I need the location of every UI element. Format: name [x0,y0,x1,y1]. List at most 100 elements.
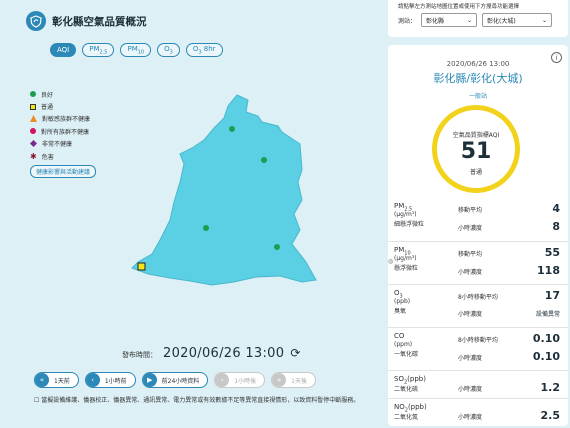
reading-value: 設備異常 [535,311,560,318]
right-panel: 請點擊左方測站地圖位置或使用下方搜尋功能選擇 測站： 彰化縣 ⌄ 彰化(大城) … [388,0,568,426]
chevron-right-icon: › [215,373,230,387]
button-label: 前24小時資料 [161,377,200,385]
tab-label-sub: 3 [198,49,202,56]
pollutant-cn-name: 細懸浮微粒 [394,221,425,228]
station-marker[interactable] [274,244,280,250]
tab-o3-8hr[interactable]: O3 8hr [185,43,223,57]
legend-item: 對所有族群不健康 [30,125,96,137]
reading-label: 移動平均 [458,207,483,214]
legend-label: 對敏感族群不健康 [42,116,91,124]
play-24h-button[interactable]: ▶ 前24小時資料 [141,372,209,388]
health-advice-link[interactable]: 健康影響與活動建議 [30,165,97,179]
reading-row: 8小時移動平均 17 [458,289,560,302]
reading-label: 小時濃度 [458,269,483,276]
pollutant-cn-name: 一氧化碳 [394,351,419,358]
maroon-star-icon: ✱ [30,151,37,161]
pollutant-co: CO (ppm) 一氧化碳 8小時移動平均 0.10 小時濃度 0.10 [388,327,568,370]
purple-diamond-icon [30,140,37,148]
play-icon: ▶ [142,373,157,387]
tab-aqi[interactable]: AQI [50,43,77,57]
double-chevron-right-icon: » [272,373,287,387]
station-marker[interactable] [203,225,209,231]
picker-row: 測站： 彰化縣 ⌄ 彰化(大城) ⌄ [398,13,553,27]
tab-pm25[interactable]: PM2.5 [82,43,115,57]
pollutant-cn-name: 懸浮微粒 [394,265,419,272]
pollutant-tabs: AQI PM2.5 PM10 O3 O3 8hr [50,43,223,57]
green-circle-icon [30,91,36,98]
legend-label: 非常不健康 [42,141,73,149]
pollutant-unit: (ppb) [407,375,426,383]
shield-logo-icon [26,11,46,31]
pollutant-pm25: PM2.5 (μg/m³) 細懸浮微粒 移動平均 4 小時濃度 8 [388,198,568,241]
station-select[interactable]: 彰化(大城) ⌄ [482,13,553,27]
refresh-icon[interactable]: ⟳ [290,346,300,360]
chevron-left-icon: ‹ [85,373,100,387]
reading-row: 小時濃度 2.5 [458,409,560,422]
reading-value: 1.2 [540,381,561,394]
county-shape [131,94,317,286]
pollutant-list: PM2.5 (μg/m³) 細懸浮微粒 移動平均 4 小時濃度 8 PM10 (… [388,198,568,428]
reading-row: 8小時移動平均 0.10 [458,332,560,345]
pollutant-no2: NO2(ppb) 二氧化氮 小時濃度 2.5 [388,398,568,428]
reading-label: 小時濃度 [458,386,483,393]
publish-value: 2020/06/26 13:00 [163,346,285,361]
pollutant-cn-name: 二氧化氮 [394,414,419,421]
tab-label: O3 8hr [192,44,216,56]
legend-item: ✱ 危害 [30,150,96,162]
tab-label: AQI [57,46,70,54]
reading-value: 17 [544,289,560,302]
orange-triangle-icon [30,115,37,123]
selected-station-marker[interactable] [137,262,146,271]
next-hour-button[interactable]: › 1小時後 [214,372,266,388]
button-label: 1天前 [54,377,70,385]
chevron-down-icon: ⌄ [466,16,473,24]
reading-row: 移動平均 55 [458,246,560,259]
reading-label: 小時濃度 [458,311,483,318]
legend-item: 非常不健康 [30,138,96,150]
aqi-status: 普通 [469,169,482,176]
aqi-label: 空氣品質指標AQI [452,132,500,139]
station-value: 彰化(大城) [487,17,516,25]
reading-value: 8 [552,220,560,233]
tab-label-sub: 10 [137,49,145,56]
pollutant-unit: (ppm) [394,341,413,348]
double-chevron-left-icon: « [35,373,49,387]
prev-day-button[interactable]: « 1天前 [34,372,79,388]
pollutant-symbol: CO [394,332,405,340]
tab-o3[interactable]: O3 [157,43,180,57]
reading-row: 移動平均 4 [458,202,560,215]
reading-row: 小時濃度 118 [458,264,560,277]
tab-pm10[interactable]: PM10 [120,43,152,57]
picker-label: 測站： [398,17,417,25]
legend-label: 對所有族群不健康 [41,128,90,136]
tab-label: PM10 [127,44,145,56]
target-icon: ◎ [388,258,394,265]
tab-label-sub: 2.5 [99,49,108,56]
left-panel: 彰化縣空氣品質概況 AQI PM2.5 PM10 O3 O3 8hr 良好 普通… [0,0,384,426]
reading-label: 8小時移動平均 [458,294,498,301]
aqi-value: 51 [460,139,492,164]
pollutant-so2: SO2(ppb) 二氧化硫 小時濃度 1.2 [388,370,568,398]
station-marker[interactable] [229,126,235,132]
prev-hour-button[interactable]: ‹ 1小時前 [84,372,136,388]
station-picker: 請點擊左方測站地圖位置或使用下方搜尋功能選擇 測站： 彰化縣 ⌄ 彰化(大城) … [388,0,568,37]
legend-item: 對敏感族群不健康 [30,113,96,125]
tab-label-sub: 3 [169,49,173,56]
reading-label: 小時濃度 [458,355,483,362]
changhua-map[interactable] [130,92,330,292]
aqi-gauge: 空氣品質指標AQI 51 普通 [432,105,520,193]
chevron-down-icon: ⌄ [541,16,548,24]
pollutant-unit: (ppb) [394,298,411,305]
reading-value: 0.10 [532,332,560,345]
page-title: 彰化縣空氣品質概況 [52,15,147,28]
station-name: 彰化縣/彰化(大城) [433,72,523,85]
reading-row: 小時濃度 0.10 [458,350,560,363]
station-marker[interactable] [261,157,267,163]
next-day-button[interactable]: » 1天後 [271,372,316,388]
legend-item: 良好 [30,88,96,100]
legend-label: 危害 [41,153,54,161]
button-label: 1小時前 [104,377,127,385]
red-circle-icon [30,128,36,135]
legend-item: 普通 [30,100,96,112]
county-select[interactable]: 彰化縣 ⌄ [421,13,478,27]
